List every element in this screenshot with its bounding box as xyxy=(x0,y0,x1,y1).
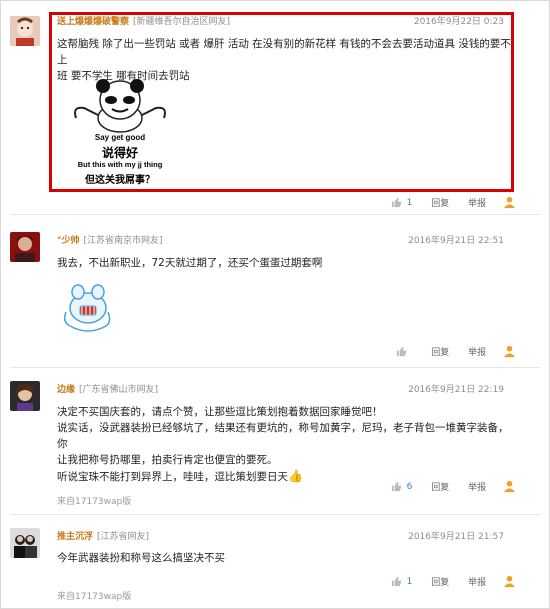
comment-divider xyxy=(10,514,540,515)
like-count: 6 xyxy=(406,481,413,492)
comment-text: 决定不买国庆套的，请点个赞，让那些逗比策划抱着数据回家睡觉吧！ 说实话，没武器装… xyxy=(57,404,512,485)
username[interactable]: 推主沉浮 xyxy=(57,532,93,542)
user-alert-icon[interactable] xyxy=(503,196,516,209)
comment-actions: 1 回复 举报 xyxy=(391,575,516,589)
comment-meta: 边缘 [广东省佛山市网友] xyxy=(57,382,158,396)
user-location: [江苏省南京市网友] xyxy=(83,236,163,246)
comment-text: 今年武器装扮和称号这么搞坚决不买 xyxy=(57,550,512,566)
user-location: [广东省佛山市网友] xyxy=(79,385,159,395)
report-button[interactable]: 举报 xyxy=(468,575,486,588)
thumbs-up-icon xyxy=(391,197,401,208)
comment-meta: °少帅 [江苏省南京市网友] xyxy=(57,233,163,247)
highlight-box xyxy=(49,12,514,192)
comment-divider xyxy=(10,367,540,368)
report-button[interactable]: 举报 xyxy=(468,480,486,493)
thumbs-up-icon xyxy=(397,346,407,357)
reply-button[interactable]: 回复 xyxy=(431,480,449,493)
comment-source: 来自17173wap版 xyxy=(57,497,132,507)
reply-button[interactable]: 回复 xyxy=(431,196,449,209)
like-button[interactable]: 1 xyxy=(391,197,413,208)
comment-actions: 6 回复 举报 xyxy=(391,480,516,494)
report-button[interactable]: 举报 xyxy=(468,196,486,209)
comment-line: 说实话，没武器装扮已经够坑了，结果还有更坑的，称号加黄字，尼玛，老子背包一堆黄字… xyxy=(57,422,509,450)
avatar[interactable] xyxy=(10,232,40,262)
username[interactable]: 边缘 xyxy=(57,385,75,395)
avatar[interactable] xyxy=(10,381,40,411)
comment-line: 让我把称号扔哪里，拍卖行肯定也便宜的要死。 xyxy=(57,454,278,466)
comment-text: 我去，不出新职业，72天就过期了，还买个蛋蛋过期套啊 xyxy=(57,255,512,271)
avatar[interactable] xyxy=(10,16,40,46)
comment-line: 今年武器装扮和称号这么搞坚决不买 xyxy=(57,552,225,564)
comment-time: 2016年9月21日 21:57 xyxy=(408,532,504,542)
comment-source: 来自17173wap版 xyxy=(57,592,132,602)
reply-button[interactable]: 回复 xyxy=(431,575,449,588)
comment-time: 2016年9月21日 22:51 xyxy=(408,236,504,246)
like-button[interactable] xyxy=(396,346,412,357)
user-alert-icon[interactable] xyxy=(503,480,516,493)
emoticon-image xyxy=(60,282,112,337)
reply-button[interactable]: 回复 xyxy=(431,345,449,358)
user-alert-icon[interactable] xyxy=(503,345,516,358)
comment-divider xyxy=(10,214,540,215)
avatar[interactable] xyxy=(10,528,40,558)
comment-time: 2016年9月21日 22:19 xyxy=(408,385,504,395)
like-count: 1 xyxy=(406,197,413,208)
like-button[interactable]: 6 xyxy=(391,481,413,492)
report-button[interactable]: 举报 xyxy=(468,345,486,358)
thumbs-up-emoji-icon: 👍 xyxy=(288,469,303,483)
thumbs-up-icon xyxy=(391,576,401,587)
user-alert-icon[interactable] xyxy=(503,575,516,588)
comment-line: 决定不买国庆套的，请点个赞，让那些逗比策划抱着数据回家睡觉吧！ xyxy=(57,406,383,418)
like-button[interactable]: 1 xyxy=(391,576,413,587)
user-location: [江苏省网友] xyxy=(97,532,150,542)
like-count: 1 xyxy=(406,576,413,587)
username[interactable]: °少帅 xyxy=(57,236,80,246)
comment-meta: 推主沉浮 [江苏省网友] xyxy=(57,529,149,543)
comment-actions: 回复 举报 xyxy=(396,345,516,359)
comment-actions: 1 回复 举报 xyxy=(391,196,516,210)
thumbs-up-icon xyxy=(391,481,401,492)
comment-line: 我去，不出新职业，72天就过期了，还买个蛋蛋过期套啊 xyxy=(57,257,323,269)
